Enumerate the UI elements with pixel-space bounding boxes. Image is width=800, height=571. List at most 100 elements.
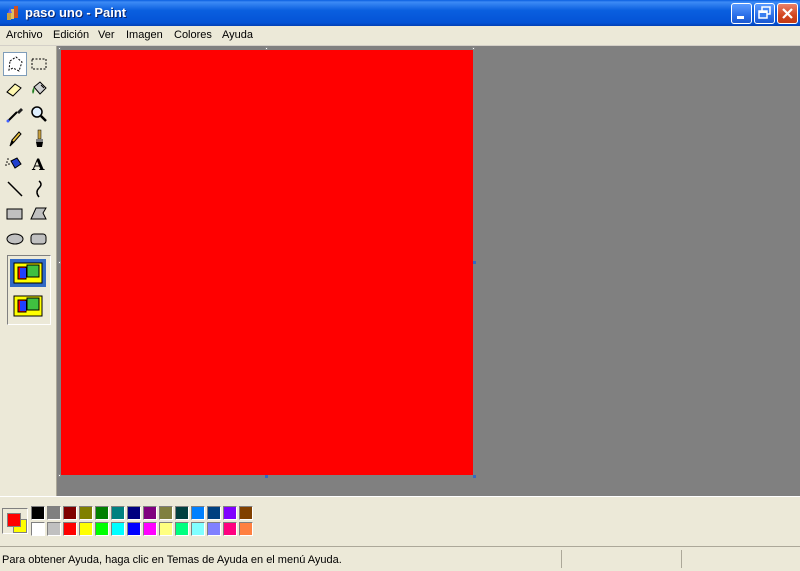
color-swatch[interactable] [175, 522, 189, 536]
color-swatch[interactable] [31, 506, 45, 520]
color-swatch[interactable] [63, 522, 77, 536]
foreground-color [7, 513, 21, 527]
color-swatch[interactable] [191, 522, 205, 536]
text-icon: A [31, 155, 45, 174]
resize-handle-bottom[interactable] [265, 475, 268, 478]
polygon-icon [30, 207, 47, 220]
color-swatch[interactable] [127, 522, 141, 536]
close-icon [782, 8, 793, 19]
tool-options [7, 255, 51, 325]
tool-pencil[interactable] [3, 127, 27, 151]
tool-pick-color[interactable] [3, 102, 27, 126]
color-swatch[interactable] [175, 506, 189, 520]
window-title: paso uno - Paint [25, 5, 127, 20]
resize-handle-right[interactable] [473, 261, 476, 264]
toolbox: A [0, 46, 57, 496]
tool-rectangle[interactable] [3, 202, 27, 226]
color-swatch[interactable] [47, 506, 61, 520]
menu-ayuda[interactable]: Ayuda [222, 29, 253, 41]
transparent-selection-option[interactable] [10, 292, 46, 320]
magnifier-icon [31, 106, 47, 122]
menu-bar: Archivo Edición Ver Imagen Colores Ayuda [0, 26, 800, 46]
color-swatch[interactable] [207, 522, 221, 536]
status-text: Para obtener Ayuda, haga clic en Temas d… [2, 554, 342, 566]
color-swatch[interactable] [47, 522, 61, 536]
tool-ellipse[interactable] [3, 227, 27, 251]
transparent-selection-icon [13, 295, 43, 317]
color-swatch[interactable] [111, 506, 125, 520]
status-pane-size [681, 550, 800, 568]
free-form-select-icon [8, 56, 23, 72]
minimize-icon [737, 16, 744, 19]
drawing-canvas[interactable] [61, 50, 473, 475]
tool-eraser[interactable] [3, 77, 27, 101]
color-swatch[interactable] [223, 522, 237, 536]
minimize-button[interactable] [731, 3, 752, 24]
paint-brush-icon [7, 6, 18, 20]
menu-edicion[interactable]: Edición [53, 29, 89, 41]
tool-airbrush[interactable] [3, 152, 27, 176]
tool-free-form-select[interactable] [3, 52, 27, 76]
tool-text[interactable]: A [27, 152, 51, 176]
color-swatch[interactable] [223, 506, 237, 520]
tool-brush[interactable] [27, 127, 51, 151]
color-swatch[interactable] [111, 522, 125, 536]
svg-text:A: A [31, 155, 45, 174]
tool-rect-select[interactable] [27, 52, 51, 76]
tool-rounded-rectangle[interactable] [27, 227, 51, 251]
color-palette [0, 496, 800, 546]
pencil-icon [9, 131, 22, 147]
menu-ver[interactable]: Ver [98, 29, 115, 41]
current-colors [2, 508, 28, 534]
opaque-selection-option[interactable] [10, 259, 46, 287]
tool-curve[interactable] [27, 177, 51, 201]
canvas-workspace[interactable] [57, 46, 800, 496]
tool-line[interactable] [3, 177, 27, 201]
resize-handle [472, 47, 475, 50]
curve-icon [36, 180, 42, 198]
eyedropper-icon [6, 108, 23, 123]
restore-icon [758, 6, 771, 19]
eraser-icon [6, 83, 22, 97]
resize-handle [58, 47, 61, 50]
restore-button[interactable] [754, 3, 775, 24]
opaque-selection-icon [13, 262, 43, 284]
color-swatch[interactable] [95, 522, 109, 536]
rect-select-icon [31, 58, 47, 70]
resize-handle [58, 261, 61, 264]
color-swatch[interactable] [191, 506, 205, 520]
line-icon [7, 181, 23, 197]
status-pane-coords [561, 550, 681, 568]
resize-handle [58, 474, 61, 477]
color-swatch[interactable] [207, 506, 221, 520]
color-swatch[interactable] [63, 506, 77, 520]
airbrush-icon [5, 157, 22, 169]
fill-bucket-icon [32, 81, 47, 95]
color-swatch[interactable] [159, 522, 173, 536]
color-swatch[interactable] [31, 522, 45, 536]
resize-handle-corner[interactable] [473, 475, 476, 478]
close-button[interactable] [777, 3, 798, 24]
tool-magnifier[interactable] [27, 102, 51, 126]
status-bar: Para obtener Ayuda, haga clic en Temas d… [0, 546, 800, 571]
rounded-rectangle-icon [30, 233, 47, 245]
brush-icon [36, 129, 43, 147]
ellipse-icon [6, 233, 24, 245]
title-bar: paso uno - Paint [0, 0, 800, 26]
rectangle-icon [6, 208, 23, 220]
menu-imagen[interactable]: Imagen [126, 29, 163, 41]
menu-archivo[interactable]: Archivo [6, 29, 43, 41]
color-swatch[interactable] [239, 506, 253, 520]
color-swatch[interactable] [143, 522, 157, 536]
color-swatch[interactable] [239, 522, 253, 536]
color-swatch[interactable] [127, 506, 141, 520]
color-swatch[interactable] [143, 506, 157, 520]
resize-handle [265, 47, 268, 50]
color-swatch[interactable] [79, 522, 93, 536]
color-swatch[interactable] [95, 506, 109, 520]
tool-fill[interactable] [27, 77, 51, 101]
menu-colores[interactable]: Colores [174, 29, 212, 41]
color-swatch[interactable] [159, 506, 173, 520]
color-swatch[interactable] [79, 506, 93, 520]
tool-polygon[interactable] [27, 202, 51, 226]
